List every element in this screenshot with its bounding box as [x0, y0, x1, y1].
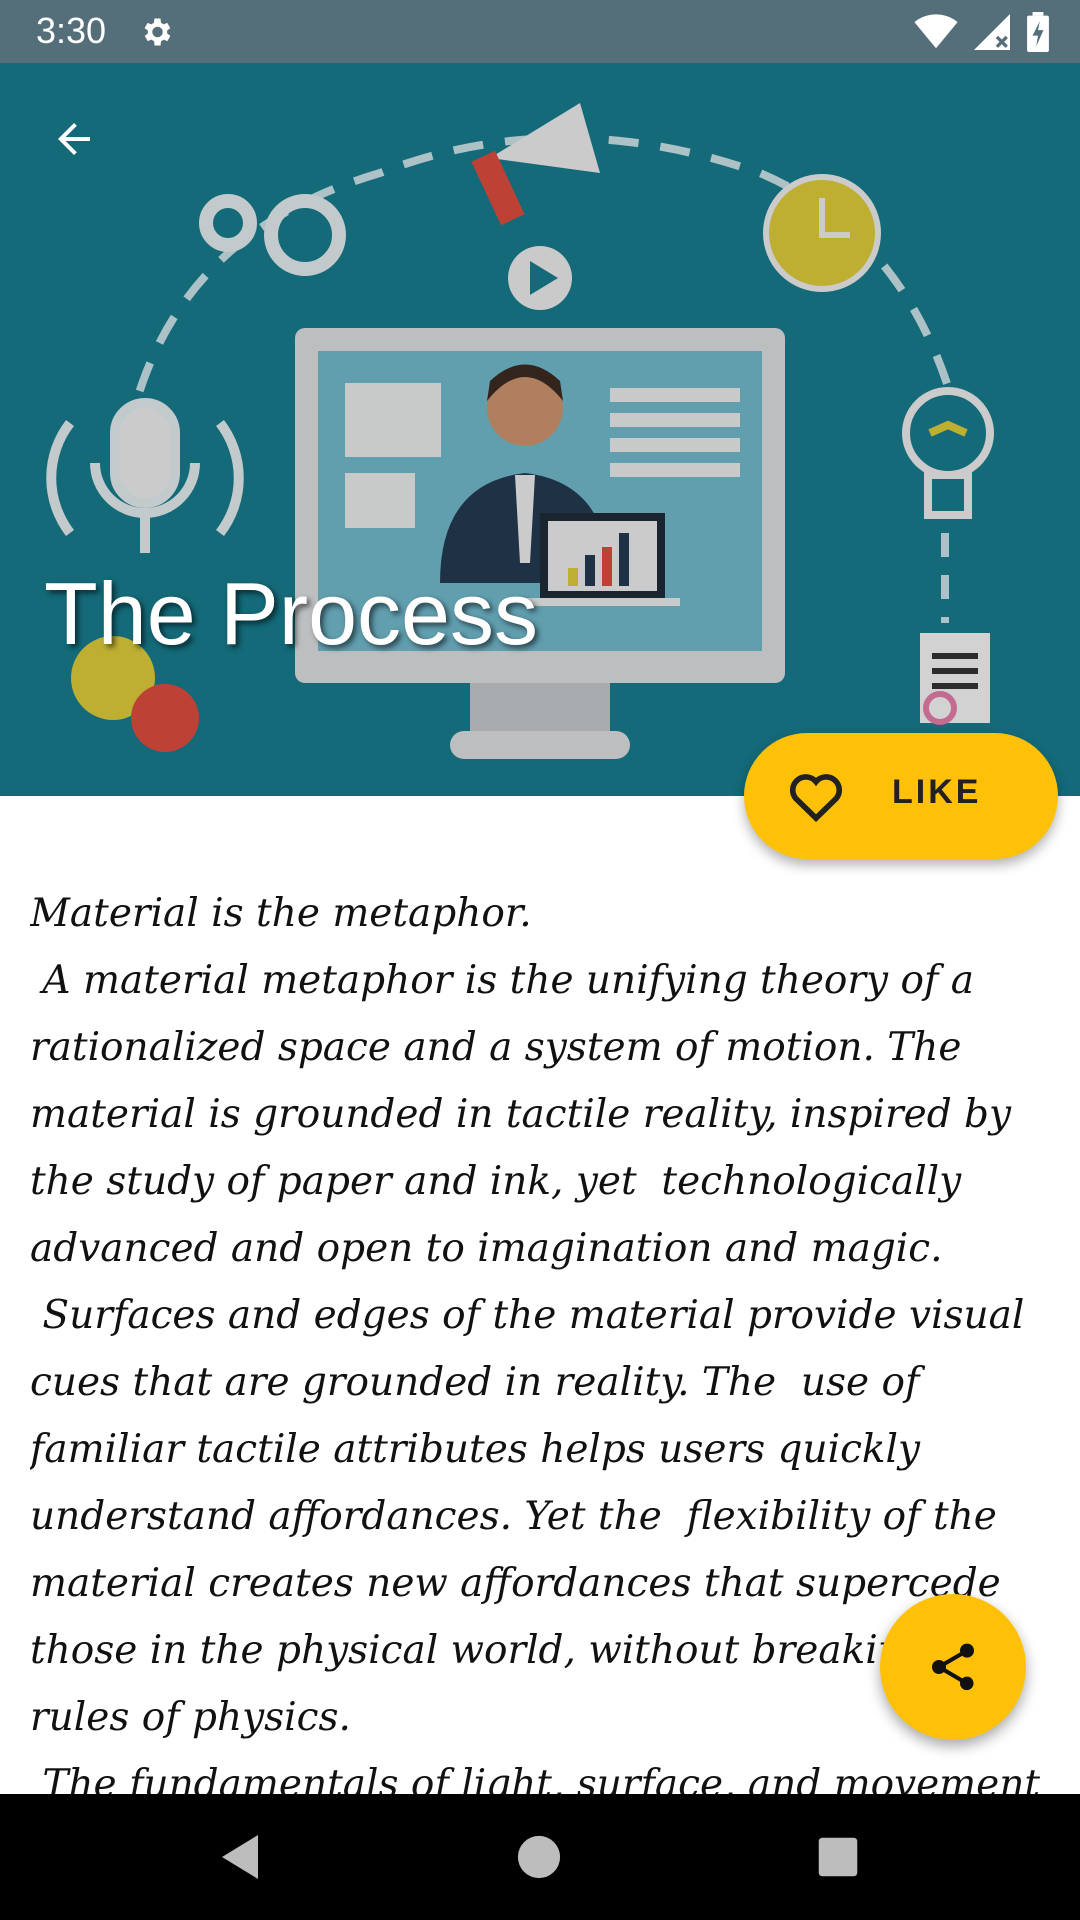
- nav-back-button[interactable]: [215, 1832, 265, 1882]
- like-button[interactable]: LIKE: [744, 733, 1058, 859]
- signal-icon: [974, 14, 1010, 50]
- header-image: The Process: [0, 63, 1080, 796]
- home-circle-icon: [517, 1835, 561, 1879]
- gear-icon: [144, 18, 171, 46]
- back-button[interactable]: [46, 111, 102, 167]
- paragraph: Material is the metaphor.: [30, 891, 532, 936]
- share-button[interactable]: [880, 1594, 1026, 1740]
- recents-square-icon: [818, 1837, 858, 1877]
- share-icon: [932, 1643, 974, 1691]
- back-triangle-icon: [222, 1835, 258, 1879]
- page-title: The Process: [44, 564, 538, 663]
- nav-recents-button[interactable]: [813, 1832, 863, 1882]
- status-bar: 3:30: [0, 0, 1080, 63]
- wifi-icon: [914, 14, 958, 49]
- heart-outline-icon: [789, 774, 843, 822]
- process-illustration: [0, 63, 1080, 796]
- arrow-back-icon: [58, 123, 90, 155]
- battery-icon: [1027, 12, 1049, 52]
- system-nav-bar: [0, 1794, 1080, 1920]
- like-label: LIKE: [892, 773, 982, 811]
- nav-home-button[interactable]: [514, 1832, 564, 1882]
- paragraph: A material metaphor is the unifying theo…: [30, 958, 1024, 1271]
- paragraph: The fundamentals of light, surface, and …: [42, 1762, 1041, 1794]
- status-time: 3:30: [36, 10, 107, 51]
